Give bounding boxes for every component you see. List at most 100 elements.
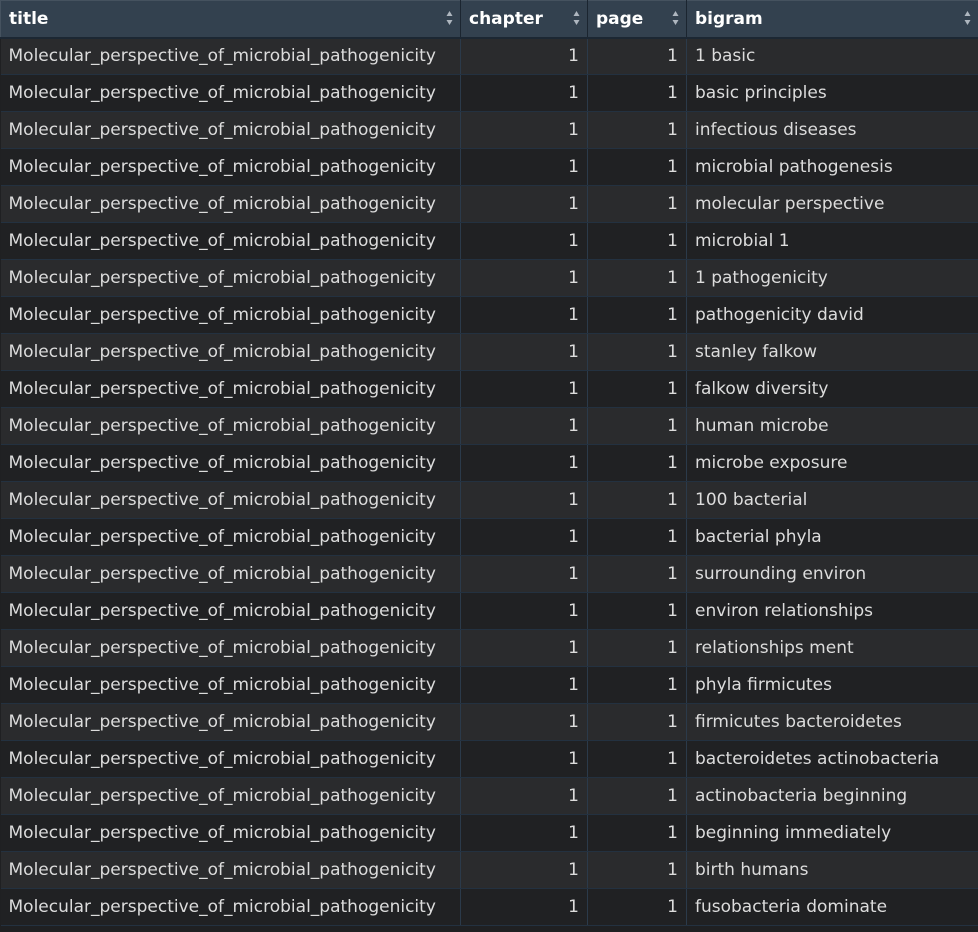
cell-bigram: environ relationships [686,592,978,630]
table-row: Molecular_perspective_of_microbial_patho… [0,74,978,112]
cell-chapter: 1 [460,296,588,334]
cell-title: Molecular_perspective_of_microbial_patho… [0,259,461,297]
cell-title: Molecular_perspective_of_microbial_patho… [0,592,461,630]
cell-chapter: 1 [460,222,588,260]
table-row: Molecular_perspective_of_microbial_patho… [0,888,978,926]
cell-page: 1 [587,259,687,297]
cell-bigram: infectious diseases [686,111,978,149]
cell-bigram: falkow diversity [686,370,978,408]
cell-page: 1 [587,851,687,889]
cell-page: 1 [587,74,687,112]
cell-bigram: relationships ment [686,629,978,667]
cell-page: 1 [587,37,687,75]
cell-page: 1 [587,444,687,482]
cell-chapter: 1 [460,703,588,741]
cell-chapter: 1 [460,888,588,926]
cell-page: 1 [587,222,687,260]
cell-chapter: 1 [460,518,588,556]
cell-title: Molecular_perspective_of_microbial_patho… [0,629,461,667]
cell-chapter: 1 [460,370,588,408]
table-row: Molecular_perspective_of_microbial_patho… [0,814,978,852]
column-header-title[interactable]: title [0,0,461,39]
cell-page: 1 [587,555,687,593]
sort-icon[interactable] [573,10,580,26]
table-row: Molecular_perspective_of_microbial_patho… [0,407,978,445]
cell-title: Molecular_perspective_of_microbial_patho… [0,444,461,482]
sort-icon[interactable] [964,10,971,26]
column-header-label: bigram [695,8,763,29]
sort-icon[interactable] [672,10,679,26]
column-header-bigram[interactable]: bigram [686,0,978,39]
cell-chapter: 1 [460,481,588,519]
cell-bigram: stanley falkow [686,333,978,371]
cell-page: 1 [587,703,687,741]
cell-page: 1 [587,629,687,667]
table-row: Molecular_perspective_of_microbial_patho… [0,148,978,186]
cell-page: 1 [587,407,687,445]
cell-title: Molecular_perspective_of_microbial_patho… [0,888,461,926]
table-row: Molecular_perspective_of_microbial_patho… [0,333,978,371]
cell-page: 1 [587,111,687,149]
cell-page: 1 [587,888,687,926]
cell-bigram: molecular perspective [686,185,978,223]
table-row: Molecular_perspective_of_microbial_patho… [0,111,978,149]
cell-chapter: 1 [460,814,588,852]
cell-bigram: pathogenicity david [686,296,978,334]
column-header-page[interactable]: page [587,0,687,39]
cell-title: Molecular_perspective_of_microbial_patho… [0,148,461,186]
cell-bigram: microbial 1 [686,222,978,260]
data-table: title chapter page bigram Molecular_pers… [0,0,978,926]
cell-title: Molecular_perspective_of_microbial_patho… [0,740,461,778]
cell-page: 1 [587,740,687,778]
header-row: title chapter page bigram [0,0,978,39]
cell-title: Molecular_perspective_of_microbial_patho… [0,370,461,408]
cell-bigram: actinobacteria beginning [686,777,978,815]
cell-title: Molecular_perspective_of_microbial_patho… [0,777,461,815]
cell-title: Molecular_perspective_of_microbial_patho… [0,666,461,704]
cell-chapter: 1 [460,333,588,371]
table-row: Molecular_perspective_of_microbial_patho… [0,37,978,75]
cell-title: Molecular_perspective_of_microbial_patho… [0,481,461,519]
cell-page: 1 [587,592,687,630]
cell-bigram: fusobacteria dominate [686,888,978,926]
cell-page: 1 [587,777,687,815]
cell-page: 1 [587,185,687,223]
cell-title: Molecular_perspective_of_microbial_patho… [0,518,461,556]
table-row: Molecular_perspective_of_microbial_patho… [0,703,978,741]
cell-bigram: 100 bacterial [686,481,978,519]
cell-bigram: phyla firmicutes [686,666,978,704]
cell-chapter: 1 [460,740,588,778]
table-header: title chapter page bigram [0,0,978,39]
column-header-label: title [9,8,49,29]
table-row: Molecular_perspective_of_microbial_patho… [0,666,978,704]
cell-title: Molecular_perspective_of_microbial_patho… [0,74,461,112]
cell-bigram: microbe exposure [686,444,978,482]
column-header-label: chapter [469,8,543,29]
cell-title: Molecular_perspective_of_microbial_patho… [0,407,461,445]
cell-chapter: 1 [460,74,588,112]
cell-title: Molecular_perspective_of_microbial_patho… [0,555,461,593]
cell-bigram: beginning immediately [686,814,978,852]
cell-page: 1 [587,666,687,704]
table-row: Molecular_perspective_of_microbial_patho… [0,518,978,556]
cell-bigram: basic principles [686,74,978,112]
table-row: Molecular_perspective_of_microbial_patho… [0,185,978,223]
cell-bigram: 1 basic [686,37,978,75]
table-row: Molecular_perspective_of_microbial_patho… [0,481,978,519]
cell-title: Molecular_perspective_of_microbial_patho… [0,185,461,223]
cell-bigram: microbial pathogenesis [686,148,978,186]
cell-chapter: 1 [460,851,588,889]
column-header-chapter[interactable]: chapter [460,0,588,39]
cell-bigram: 1 pathogenicity [686,259,978,297]
cell-page: 1 [587,370,687,408]
cell-bigram: bacteroidetes actinobacteria [686,740,978,778]
cell-page: 1 [587,814,687,852]
table-row: Molecular_perspective_of_microbial_patho… [0,296,978,334]
sort-icon[interactable] [446,10,453,26]
cell-chapter: 1 [460,629,588,667]
cell-chapter: 1 [460,185,588,223]
cell-page: 1 [587,296,687,334]
table-row: Molecular_perspective_of_microbial_patho… [0,851,978,889]
cell-title: Molecular_perspective_of_microbial_patho… [0,814,461,852]
table-row: Molecular_perspective_of_microbial_patho… [0,629,978,667]
